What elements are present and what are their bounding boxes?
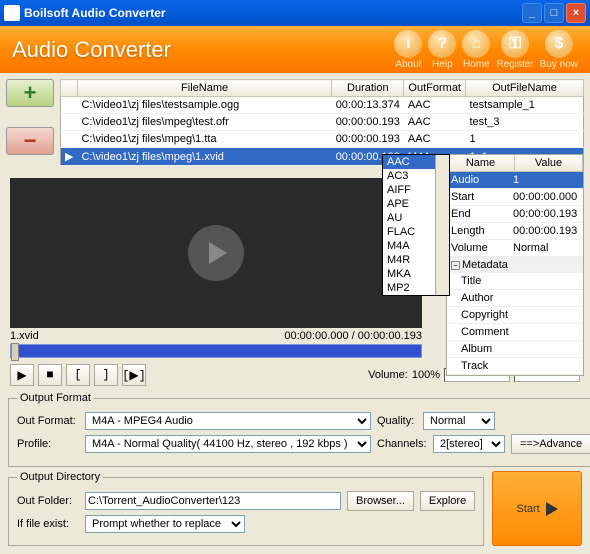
props-col-value[interactable]: Value xyxy=(515,155,583,171)
browser-button[interactable]: Browser... xyxy=(347,491,414,511)
header-icon: ? xyxy=(428,30,456,58)
remove-file-button[interactable]: − xyxy=(6,127,54,155)
outformat-cell[interactable]: AAC xyxy=(404,131,466,148)
range-button[interactable]: [▶] xyxy=(122,364,146,386)
channels-select[interactable]: 2[stereo] xyxy=(433,435,505,453)
file-table[interactable]: FileName Duration OutFormat OutFileName … xyxy=(60,79,584,166)
seek-thumb[interactable] xyxy=(11,343,19,361)
props-meta-row[interactable]: Author xyxy=(447,290,583,307)
props-meta-row[interactable]: Comment xyxy=(447,324,583,341)
mark-out-button[interactable]: ] xyxy=(94,364,118,386)
header-icon: ⌂ xyxy=(462,30,490,58)
props-meta-row[interactable]: Album xyxy=(447,341,583,358)
props-row[interactable]: VolumeNormal xyxy=(447,240,583,257)
video-preview[interactable] xyxy=(10,178,422,328)
window-maximize-button[interactable]: □ xyxy=(544,3,564,23)
collapse-icon[interactable]: − xyxy=(451,261,460,270)
props-meta-row[interactable]: Copyright xyxy=(447,307,583,324)
explore-button[interactable]: Explore xyxy=(420,491,475,511)
play-icon[interactable] xyxy=(188,225,244,281)
quality-select[interactable]: Normal xyxy=(423,412,495,430)
app-header: Audio Converter iAbout?Help⌂Home⚿Registe… xyxy=(0,26,590,73)
app-title: Audio Converter xyxy=(12,37,394,63)
header-about-button[interactable]: iAbout xyxy=(394,30,422,70)
out-format-select[interactable]: M4A - MPEG4 Audio xyxy=(85,412,371,430)
mark-in-button[interactable]: [ xyxy=(66,364,90,386)
header-register-button[interactable]: ⚿Register xyxy=(496,30,533,70)
output-directory-group: Output Directory Out Folder: Browser... … xyxy=(8,471,484,546)
profile-select[interactable]: M4A - Normal Quality( 44100 Hz, stereo ,… xyxy=(85,435,371,453)
volume-label: Volume: xyxy=(368,369,408,381)
outformat-dropdown-list[interactable]: AACAC3AIFFAPEAUFLACM4AM4RMKAMP2 xyxy=(382,154,450,296)
props-col-name[interactable]: Name xyxy=(447,155,515,171)
out-folder-input[interactable] xyxy=(85,492,341,510)
col-outformat[interactable]: OutFormat xyxy=(404,80,466,97)
window-title: Boilsoft Audio Converter xyxy=(24,6,520,20)
header-icon: $ xyxy=(545,30,573,58)
header-home-button[interactable]: ⌂Home xyxy=(462,30,490,70)
header-icon: ⚿ xyxy=(501,30,529,58)
col-outfilename[interactable]: OutFileName xyxy=(466,80,584,97)
app-icon xyxy=(4,5,20,21)
window-minimize-button[interactable]: _ xyxy=(522,3,542,23)
props-meta-row[interactable]: Track xyxy=(447,358,583,375)
table-row[interactable]: C:\video1\zj files\mpeg\1.tta00:00:00.19… xyxy=(61,131,584,148)
output-format-group: Output Format Out Format: M4A - MPEG4 Au… xyxy=(8,392,590,467)
volume-value: 100% xyxy=(412,369,440,381)
outformat-cell[interactable]: AAC xyxy=(404,97,466,114)
properties-panel: Name Value Audio 1 Start00:00:00.000 End… xyxy=(446,154,584,376)
window-titlebar: Boilsoft Audio Converter _ □ × xyxy=(0,0,590,26)
table-row[interactable]: C:\video1\zj files\testsample.ogg00:00:1… xyxy=(61,97,584,114)
stop-button[interactable]: ■ xyxy=(38,364,62,386)
props-row[interactable]: Length00:00:00.193 xyxy=(447,223,583,240)
props-row[interactable]: Start00:00:00.000 xyxy=(447,189,583,206)
col-duration[interactable]: Duration xyxy=(332,80,404,97)
props-metadata-header[interactable]: − Metadata xyxy=(447,257,583,273)
time-display: 00:00:00.000 / 00:00:00.193 xyxy=(284,330,422,342)
header-help-button[interactable]: ?Help xyxy=(428,30,456,70)
props-row[interactable]: End00:00:00.193 xyxy=(447,206,583,223)
add-file-button[interactable]: + xyxy=(6,79,54,107)
header-buy-now-button[interactable]: $Buy now xyxy=(540,30,578,70)
start-button[interactable]: Start xyxy=(492,471,582,546)
dropdown-scrollbar[interactable] xyxy=(435,155,449,295)
table-row[interactable]: C:\video1\zj files\mpeg\test.ofr00:00:00… xyxy=(61,114,584,131)
props-meta-row[interactable]: Title xyxy=(447,273,583,290)
col-filename[interactable]: FileName xyxy=(77,80,331,97)
current-file-label: 1.xvid xyxy=(10,330,39,342)
if-exist-select[interactable]: Prompt whether to replace xyxy=(85,515,245,533)
play-button[interactable]: ▶ xyxy=(10,364,34,386)
props-row-audio[interactable]: Audio 1 xyxy=(447,172,583,189)
outformat-cell[interactable]: AAC xyxy=(404,114,466,131)
seek-slider[interactable] xyxy=(10,344,422,358)
advance-button[interactable]: ==>Advance xyxy=(511,434,590,454)
header-icon: i xyxy=(394,30,422,58)
window-close-button[interactable]: × xyxy=(566,3,586,23)
